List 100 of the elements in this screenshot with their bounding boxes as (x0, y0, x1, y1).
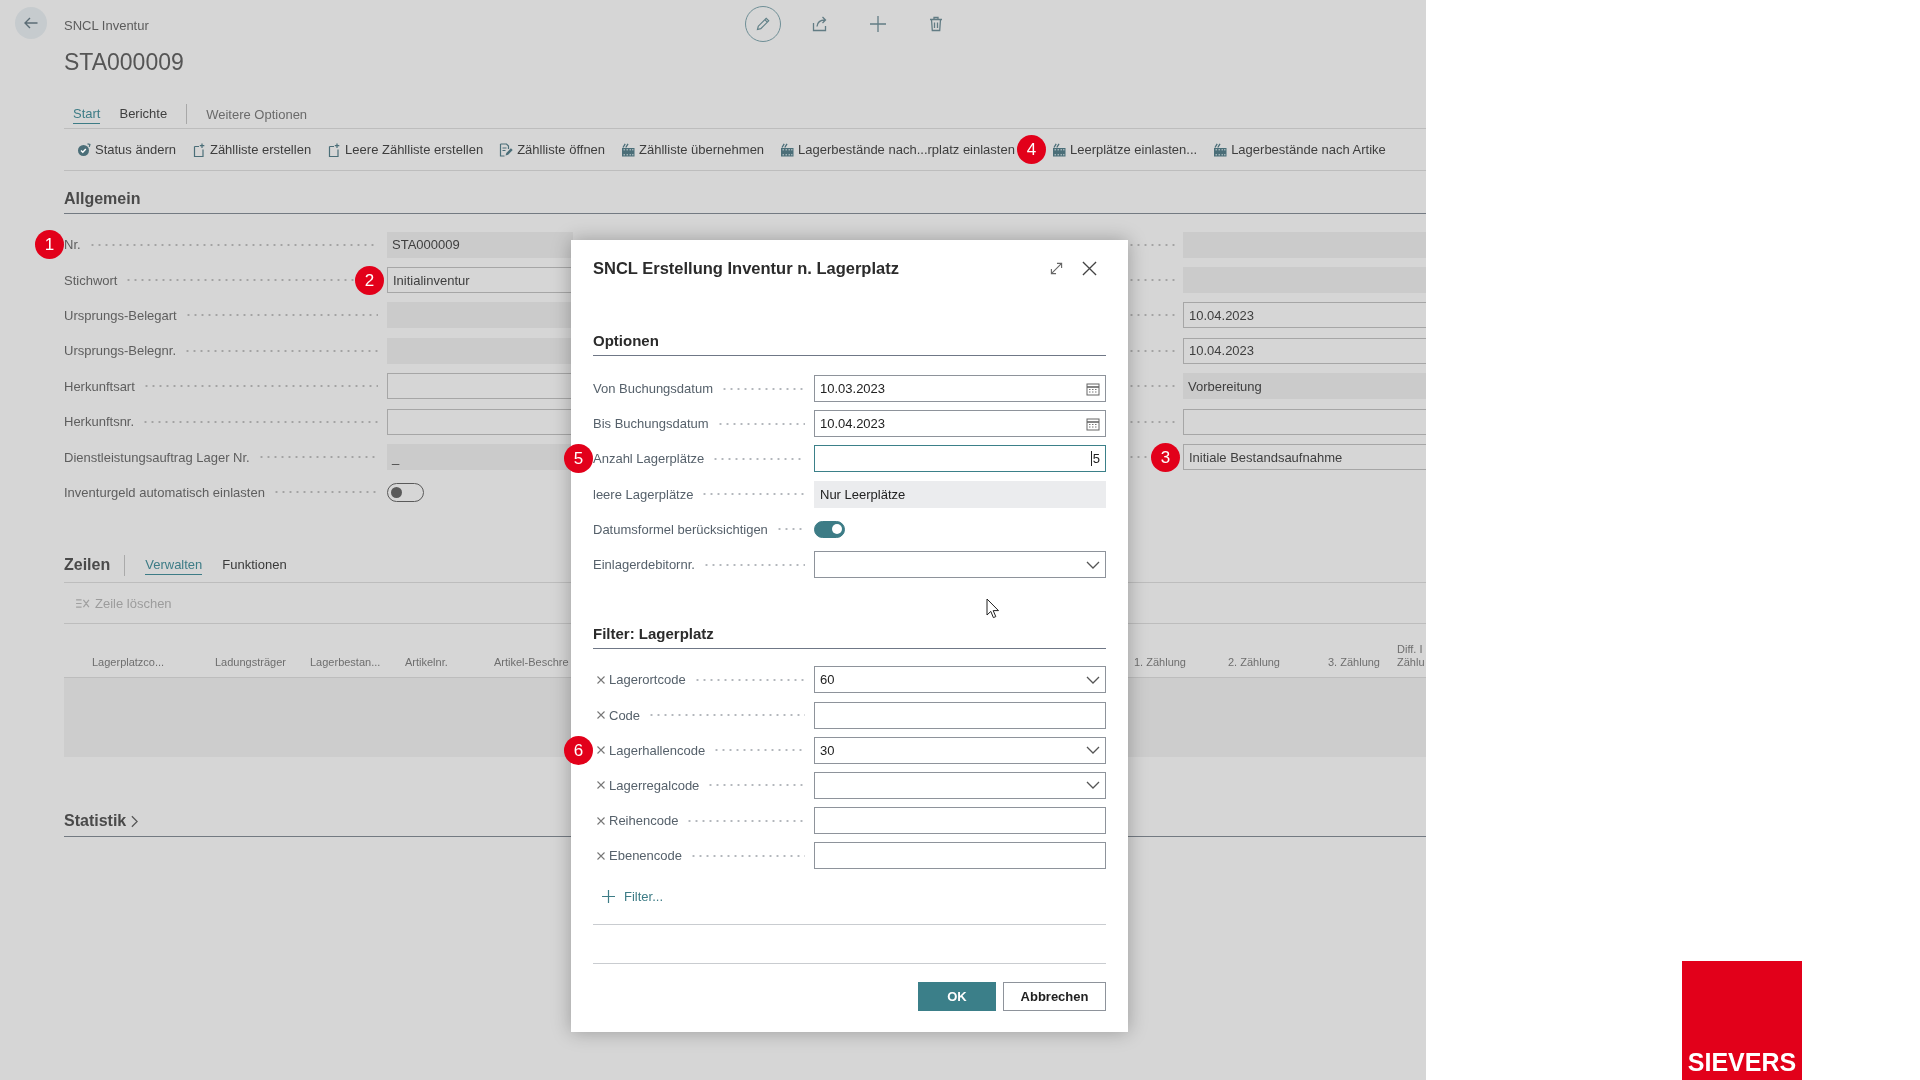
ok-button[interactable]: OK (918, 982, 996, 1012)
column-header: 3. Zählung (1328, 656, 1381, 670)
input-field[interactable] (1183, 408, 1426, 435)
action-button[interactable]: Zählliste öffnen (499, 141, 606, 158)
action-button[interactable]: Leerplätze einlasten... (1051, 141, 1198, 158)
action-button[interactable]: Leere Zählliste erstellen (327, 141, 484, 158)
calendar-icon[interactable] (1086, 381, 1100, 396)
film-strip-icon (780, 142, 795, 157)
input-field[interactable]: Initialinventur (387, 267, 573, 294)
callout-marker: 2 (355, 265, 384, 295)
text-field[interactable] (814, 701, 1106, 729)
new-page-icon (327, 142, 342, 157)
field-label: Reihencode (609, 813, 679, 829)
field-label: Stichwort (64, 272, 118, 288)
expand-icon[interactable] (1050, 261, 1063, 275)
chevron-down-icon[interactable] (1086, 781, 1100, 790)
check-circle-icon (77, 142, 91, 157)
delete-row-icon (75, 597, 90, 609)
film-strip-icon (621, 142, 636, 157)
page-title: STA000009 (64, 48, 184, 77)
remove-filter-icon[interactable] (597, 746, 605, 755)
field-label: Ursprungs-Belegart (64, 307, 177, 323)
close-icon[interactable] (1082, 260, 1097, 276)
column-header: Artikel-Beschre (494, 656, 570, 670)
readonly-field: STA000009 (387, 231, 573, 258)
chevron-down-icon[interactable] (1086, 560, 1100, 569)
column-header: Ladungsträger (215, 656, 287, 670)
section-heading: Optionen (593, 331, 659, 351)
input-field[interactable]: 10.04.2023 (1183, 302, 1426, 329)
toggle-switch[interactable] (814, 520, 845, 538)
film-strip-icon (1213, 142, 1228, 157)
action-button[interactable]: Lagerbestände nach...rplatz einlasten (780, 141, 1015, 158)
dropdown-field[interactable] (814, 771, 1106, 799)
remove-filter-icon[interactable] (597, 781, 605, 790)
chevron-down-icon[interactable] (1086, 675, 1100, 684)
dropdown-field[interactable] (814, 551, 1106, 579)
column-header: 1. Zählung (1134, 656, 1187, 670)
field-label: Ebenencode (609, 848, 682, 864)
tab[interactable]: Funktionen (222, 555, 287, 575)
chevron-down-icon[interactable] (1086, 746, 1100, 755)
remove-filter-icon[interactable] (597, 816, 605, 825)
date-field[interactable]: 10.04.2023 (814, 410, 1106, 438)
number-field[interactable]: 5 (814, 445, 1106, 473)
pencil-icon (755, 16, 771, 32)
plus-icon (602, 889, 615, 903)
input-field[interactable]: Initiale Bestandsaufnahme (1183, 444, 1426, 471)
input-field[interactable] (387, 373, 573, 400)
action-button[interactable]: Zählliste erstellen (191, 141, 312, 158)
column-header: Diff. I Zählu (1397, 643, 1426, 670)
callout-marker: 6 (564, 735, 593, 765)
section-heading[interactable]: Statistik (64, 811, 139, 832)
remove-filter-icon[interactable] (597, 711, 605, 720)
text-field[interactable] (814, 842, 1106, 870)
action-button[interactable]: Zählliste übernehmen (621, 141, 765, 158)
section-heading: Filter: Lagerplatz (593, 623, 714, 644)
field-label: Herkunftsnr. (64, 414, 135, 430)
remove-filter-icon[interactable] (597, 675, 605, 684)
chevron-right-icon (131, 814, 139, 828)
remove-filter-icon[interactable] (597, 851, 605, 860)
column-header: 2. Zählung (1228, 656, 1281, 670)
action-button[interactable]: Status ändern (77, 141, 176, 158)
callout-marker: 3 (1151, 442, 1180, 472)
calendar-icon[interactable] (1086, 416, 1100, 431)
field-label: Code (609, 707, 641, 723)
text-field[interactable] (814, 807, 1106, 835)
date-field[interactable]: 10.03.2023 (814, 375, 1106, 403)
callout-marker: 1 (35, 230, 64, 260)
column-header: Lagerplatzco... (92, 656, 166, 670)
callout-marker: 4 (1016, 135, 1046, 164)
action-button[interactable]: Lagerbestände nach Artike (1213, 141, 1386, 158)
tab[interactable]: Berichte (119, 104, 168, 124)
text-cursor-icon (1090, 451, 1092, 467)
plus-icon[interactable] (869, 15, 887, 33)
field-label: Datumsformel berücksichtigen (593, 521, 768, 537)
dropdown-field[interactable]: 60 (814, 666, 1106, 694)
field-label: Von Buchungsdatum (593, 381, 713, 397)
more-options-button[interactable]: Weitere Optionen (206, 105, 308, 123)
field-label: Einlagerdebitornr. (593, 557, 695, 573)
breadcrumb-text: SNCL Inventur (64, 17, 149, 35)
field-label: Lagerortcode (609, 672, 686, 688)
add-filter-link[interactable]: Filter... (593, 884, 663, 909)
field-label: Bis Buchungsdatum (593, 416, 709, 432)
dropdown-field[interactable]: 30 (814, 736, 1106, 764)
share-icon[interactable] (811, 15, 829, 33)
column-header: Artikelnr. (405, 656, 449, 670)
cancel-button[interactable]: Abbrechen (1003, 982, 1106, 1012)
field-label: Ursprungs-Belegnr. (64, 343, 176, 359)
readonly-field: Nur Leerplätze (814, 480, 1106, 508)
field-label: Inventurgeld automatisch einlasten (64, 484, 265, 500)
input-field[interactable]: 10.04.2023 (1183, 337, 1426, 364)
dialog-title: SNCL Erstellung Inventur n. Lagerplatz (593, 258, 899, 278)
field-label: Dienstleistungsauftrag Lager Nr. (64, 449, 250, 465)
back-button[interactable] (15, 7, 47, 39)
trash-icon[interactable] (927, 15, 945, 33)
field-label: Lagerregalcode (609, 777, 700, 793)
readonly-field: _ (387, 444, 573, 471)
input-field[interactable] (387, 408, 573, 435)
field-label: leere Lagerplätze (593, 486, 694, 502)
field-label: Herkunftsart (64, 378, 135, 394)
film-strip-icon (1051, 142, 1066, 157)
